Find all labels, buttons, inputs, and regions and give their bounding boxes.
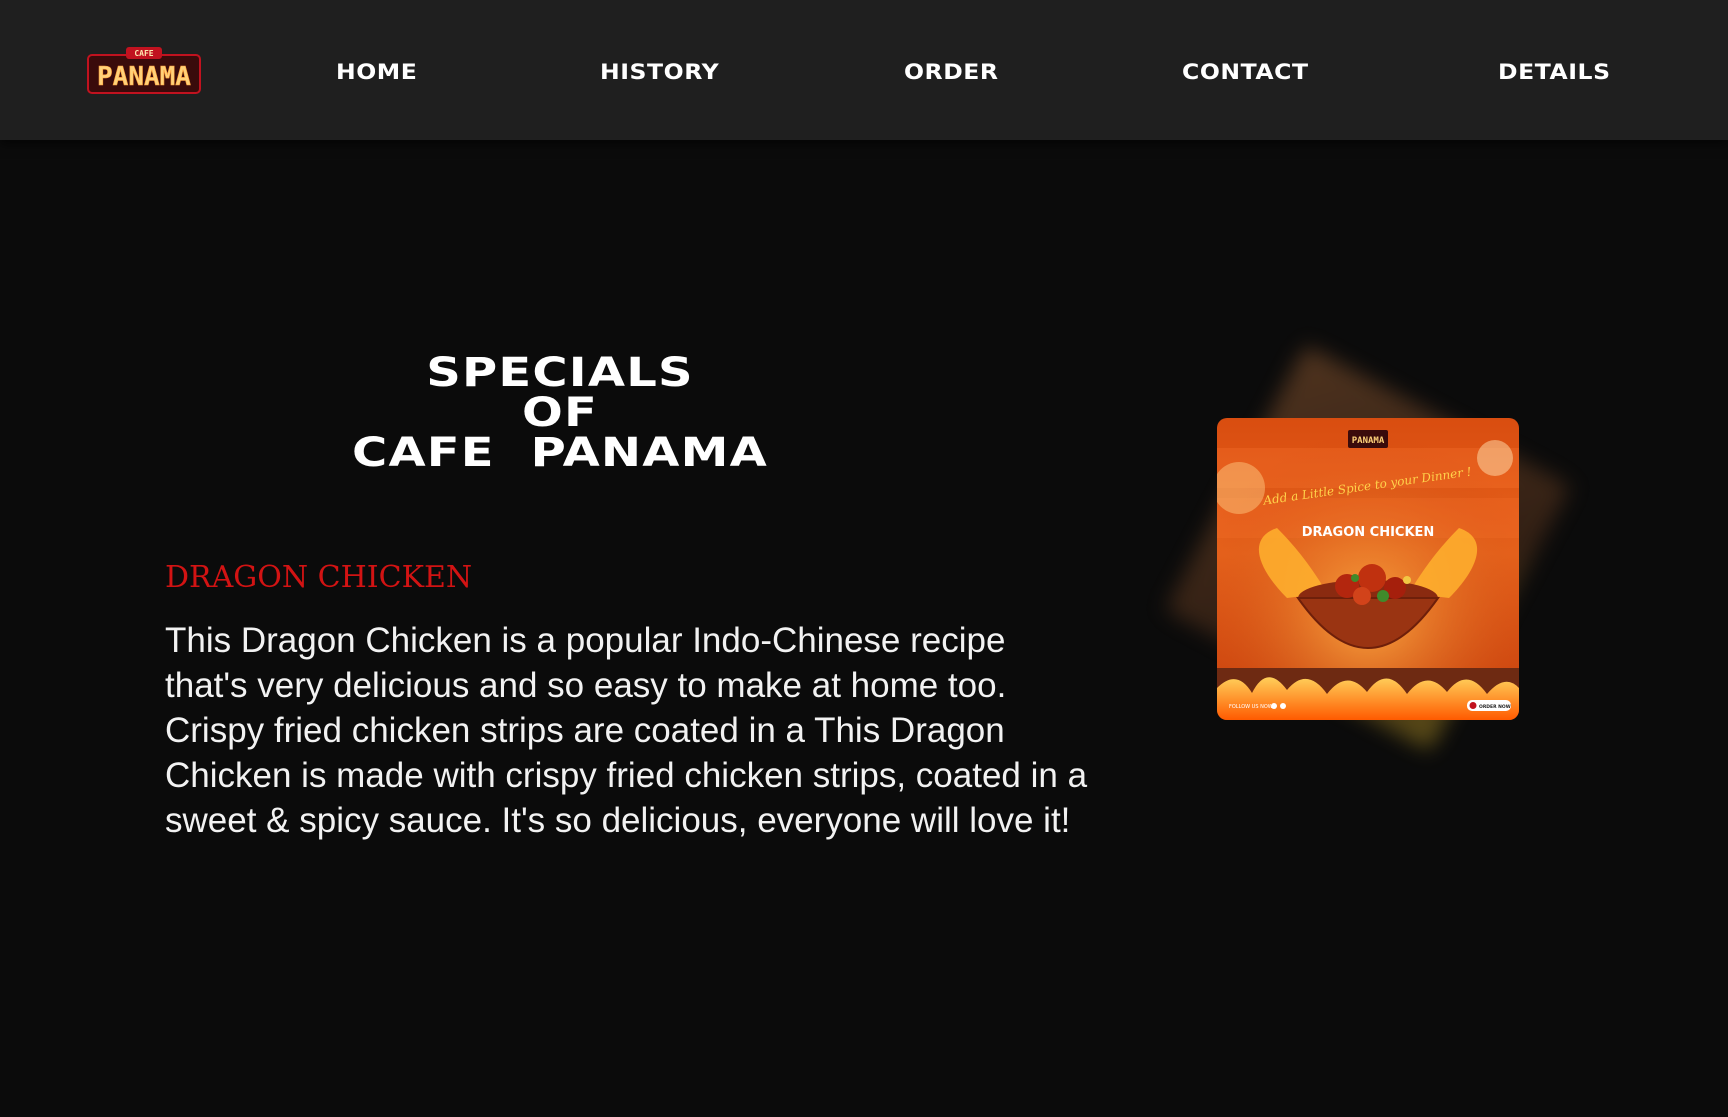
heading-line-3: CAFE PANAMA (352, 429, 768, 476)
heading-line-1: SPECIALS (426, 349, 694, 396)
order-badge-icon (1469, 702, 1477, 709)
logo-cafe-text: CAFE (134, 49, 153, 58)
nav-history-link[interactable]: HISTORY (600, 60, 719, 84)
poster-dish-title: DRAGON CHICKEN (1302, 525, 1435, 540)
logo-panama-text: PANAMA (97, 62, 191, 92)
nav-home-link[interactable]: HOME (336, 60, 417, 84)
poster-logo-text: PANAMA (1352, 436, 1385, 446)
nav-contact-link[interactable]: CONTACT (1182, 60, 1309, 84)
facebook-icon (1271, 703, 1277, 709)
poster-order-text: ORDER NOW (1479, 704, 1511, 710)
top-navbar: CAFE PANAMA HOME HISTORY ORDER CONTACT D… (0, 0, 1728, 140)
dish-name: DRAGON CHICKEN (165, 560, 473, 595)
specials-heading: SPECIALS OF CAFE PANAMA (284, 353, 836, 473)
dragon-chicken-poster[interactable]: PANAMA Add a Little Spice to your Dinner… (1217, 418, 1519, 720)
nav-order-link[interactable]: ORDER (904, 60, 999, 84)
poster-follow-text: FOLLOW US NOW (1229, 704, 1273, 710)
heading-line-2: OF (521, 389, 598, 436)
instagram-icon (1280, 703, 1286, 709)
dish-poster-card: PANAMA Add a Little Spice to your Dinner… (1150, 345, 1590, 780)
cafe-panama-logo[interactable]: CAFE PANAMA (86, 47, 202, 95)
dish-description: This Dragon Chicken is a popular Indo-Ch… (165, 621, 1088, 840)
nav-details-link[interactable]: DETAILS (1498, 60, 1611, 84)
